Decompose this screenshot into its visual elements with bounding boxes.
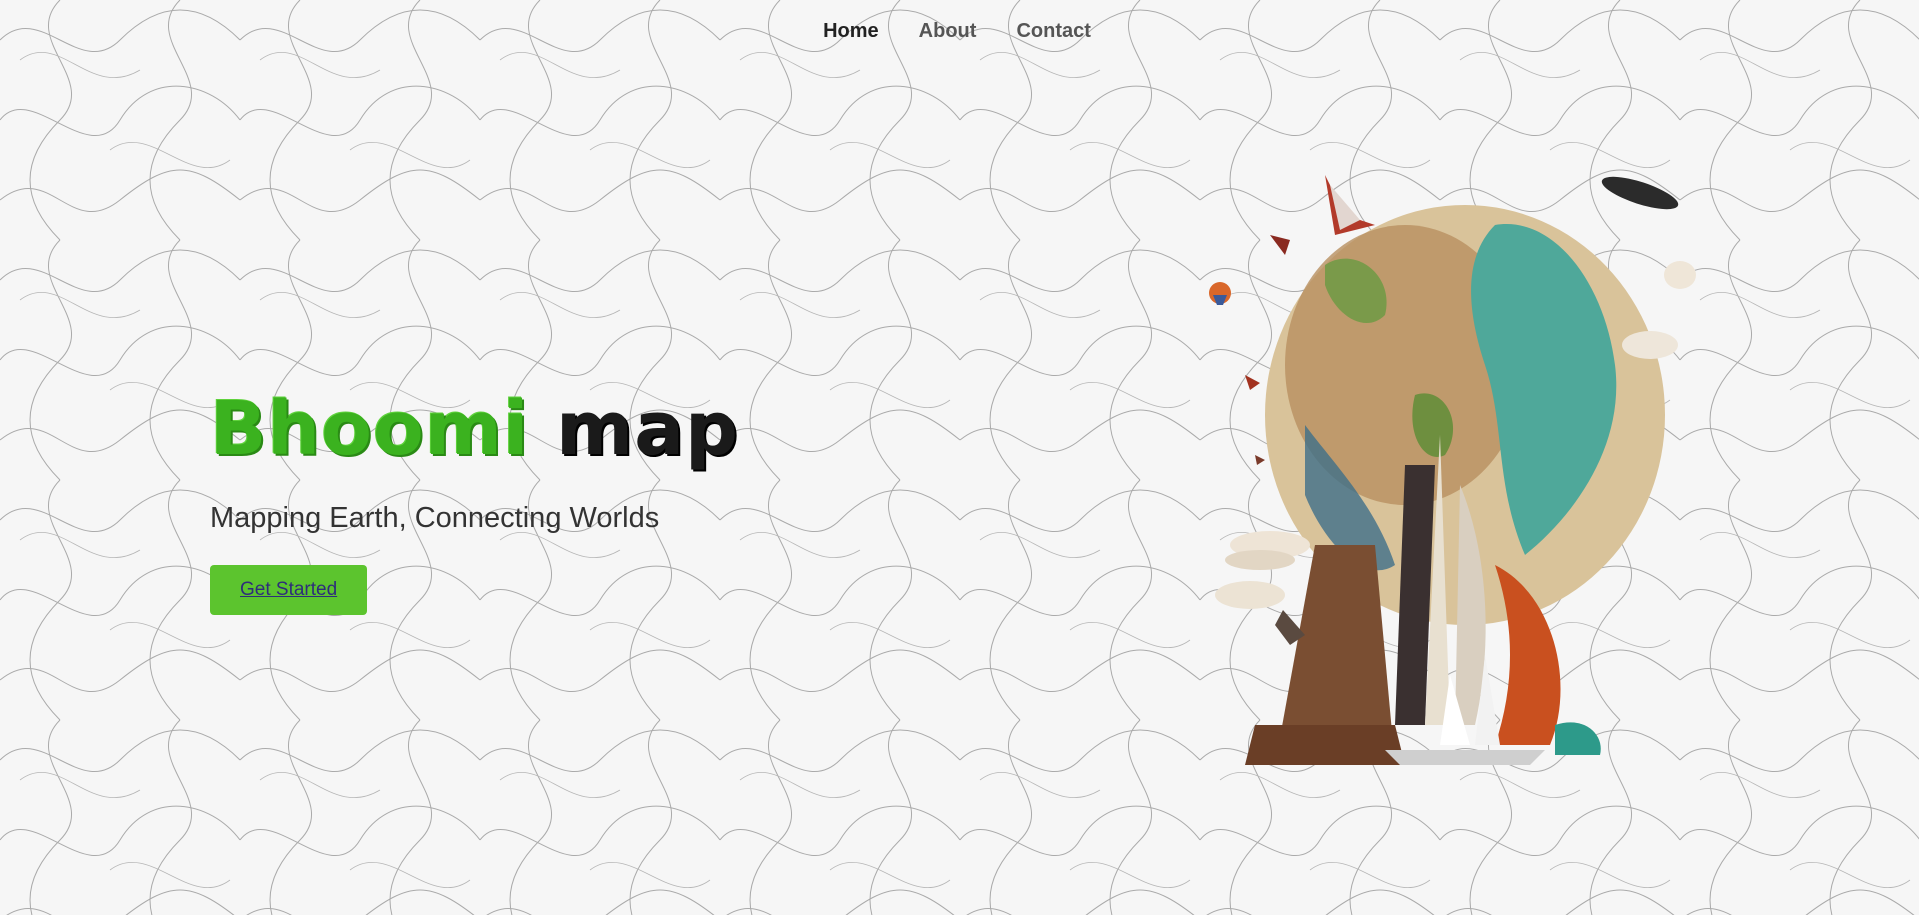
title-word-map: map — [556, 386, 740, 472]
get-started-button[interactable]: Get Started — [210, 565, 368, 615]
top-nav: Home About Contact — [0, 20, 1919, 43]
nav-link-home[interactable]: Home — [823, 20, 879, 43]
title-word-bhoomi: Bhoomi — [210, 386, 530, 472]
nav-link-contact[interactable]: Contact — [1016, 20, 1090, 43]
nav-link-about[interactable]: About — [919, 20, 977, 43]
tagline: Mapping Earth, Connecting Worlds — [210, 502, 660, 534]
hero-section: Bhoomi map Mapping Earth, Connecting Wor… — [210, 392, 739, 615]
site-title: Bhoomi map — [210, 392, 739, 466]
globe-collage-illustration — [1195, 165, 1735, 775]
